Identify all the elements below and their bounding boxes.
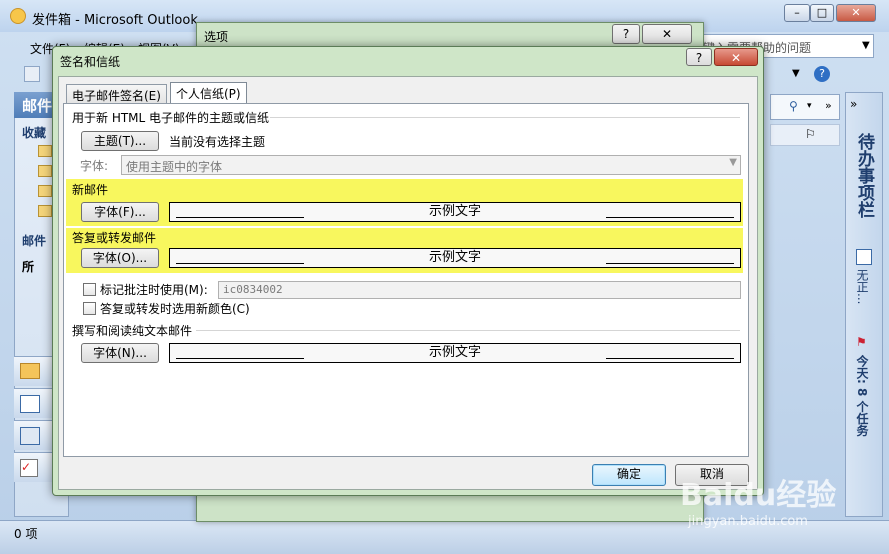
tasks-icon: ✓ bbox=[20, 459, 38, 477]
search-folder-icon[interactable] bbox=[38, 205, 52, 217]
list-column-header[interactable]: ⚐ bbox=[770, 124, 840, 146]
contacts-icon bbox=[20, 427, 40, 445]
sample-text: 示例文字 bbox=[428, 204, 481, 219]
tab-email-signature[interactable]: 电子邮件签名(E) bbox=[66, 84, 167, 104]
flag-icon[interactable]: ⚐ bbox=[805, 127, 816, 141]
minimize-button[interactable]: – bbox=[784, 4, 810, 22]
window-title: 发件箱 - Microsoft Outlook bbox=[32, 13, 198, 28]
calendar-icon bbox=[856, 249, 872, 265]
reply-section-label: 答复或转发邮件 bbox=[72, 231, 157, 245]
folder-icon[interactable] bbox=[38, 165, 52, 177]
sample-underline bbox=[606, 358, 734, 359]
pick-new-color-label: 答复或转发时选用新颜色(C) bbox=[100, 302, 250, 316]
new-mail-font-button[interactable]: 字体(F)... bbox=[81, 202, 159, 222]
plain-text-font-button[interactable]: 字体(N)... bbox=[81, 343, 159, 363]
plain-text-sample: 示例文字 bbox=[169, 343, 741, 363]
sample-underline bbox=[606, 263, 734, 264]
font-label: 字体: bbox=[80, 159, 109, 173]
sample-underline bbox=[606, 217, 734, 218]
chevron-down-icon[interactable]: ▾ bbox=[807, 101, 812, 111]
mail-icon bbox=[20, 363, 40, 379]
search-folder-icon[interactable] bbox=[38, 185, 52, 197]
options-help-button[interactable]: ? bbox=[612, 24, 640, 44]
theme-button[interactable]: 主题(T)... bbox=[81, 131, 159, 151]
watermark-url: jingyan.baidu.com bbox=[688, 514, 808, 529]
chevron-down-icon[interactable]: ▼ bbox=[862, 40, 870, 51]
todo-bar-title: 待办事项栏 bbox=[854, 133, 874, 218]
mark-comments-checkbox[interactable] bbox=[83, 283, 96, 296]
mark-comments-input[interactable]: ic0834002 bbox=[218, 281, 741, 299]
sample-text: 示例文字 bbox=[428, 345, 481, 360]
calendar-icon bbox=[20, 395, 40, 413]
no-appointments-text: 无正... bbox=[855, 269, 869, 305]
outlook-app-icon bbox=[10, 8, 26, 24]
folder-icon[interactable] bbox=[38, 145, 52, 157]
collapse-icon[interactable]: » bbox=[850, 97, 857, 111]
reply-sample: 示例文字 bbox=[169, 248, 741, 268]
flag-icon: ⚑ bbox=[856, 335, 867, 349]
mail-folders-label: 邮件 bbox=[22, 234, 47, 248]
sample-underline bbox=[176, 358, 304, 359]
new-mail-icon[interactable] bbox=[24, 66, 40, 82]
sample-underline bbox=[176, 263, 304, 264]
dialog-title: 签名和信纸 bbox=[60, 55, 121, 69]
mark-comments-label: 标记批注时使用(M): bbox=[100, 283, 208, 297]
sample-underline bbox=[176, 217, 304, 218]
dropdown-arrow-icon[interactable]: ▼ bbox=[792, 68, 800, 79]
theme-section-label: 用于新 HTML 电子邮件的主题或信纸 bbox=[72, 111, 270, 125]
theme-font-select[interactable]: 使用主题中的字体 ▼ bbox=[121, 155, 741, 175]
close-button[interactable]: ✕ bbox=[836, 4, 876, 22]
tab-personal-stationery[interactable]: 个人信纸(P) bbox=[170, 82, 247, 104]
todo-bar: » 待办事项栏 无正... ⚑ 今天: 8 个任务 bbox=[845, 92, 883, 517]
new-mail-sample: 示例文字 bbox=[169, 202, 741, 222]
options-dialog-title: 选项 bbox=[204, 30, 229, 44]
ok-button[interactable]: 确定 bbox=[592, 464, 666, 486]
plain-text-section-label: 撰写和阅读纯文本邮件 bbox=[72, 324, 193, 338]
help-icon[interactable]: ? bbox=[814, 66, 830, 82]
pick-new-color-checkbox[interactable] bbox=[83, 302, 96, 315]
new-mail-section-label: 新邮件 bbox=[72, 183, 109, 197]
divider bbox=[196, 330, 740, 331]
status-item-count: 0 项 bbox=[14, 527, 38, 541]
search-icon[interactable]: ⚲ bbox=[789, 99, 798, 113]
baidu-watermark: Baidu经验 bbox=[680, 478, 837, 513]
search-box[interactable]: ⚲ ▾ » bbox=[770, 94, 840, 120]
divider bbox=[270, 117, 740, 118]
chevron-down-icon: ▼ bbox=[729, 157, 737, 168]
all-mail-items[interactable]: 所 bbox=[22, 258, 34, 275]
help-button[interactable]: ? bbox=[686, 48, 712, 66]
options-close-button[interactable]: ✕ bbox=[642, 24, 692, 44]
todo-tasks-count: 今天: 8 个任务 bbox=[855, 355, 869, 437]
favorites-label: 收藏 bbox=[22, 126, 47, 140]
reply-font-button[interactable]: 字体(O)... bbox=[81, 248, 159, 268]
expand-icon[interactable]: » bbox=[825, 99, 832, 112]
theme-font-value: 使用主题中的字体 bbox=[126, 160, 223, 174]
dialog-close-button[interactable]: ✕ bbox=[714, 48, 758, 66]
no-theme-text: 当前没有选择主题 bbox=[169, 135, 266, 149]
maximize-icon[interactable]: □ bbox=[810, 4, 834, 22]
sample-text: 示例文字 bbox=[428, 250, 481, 265]
